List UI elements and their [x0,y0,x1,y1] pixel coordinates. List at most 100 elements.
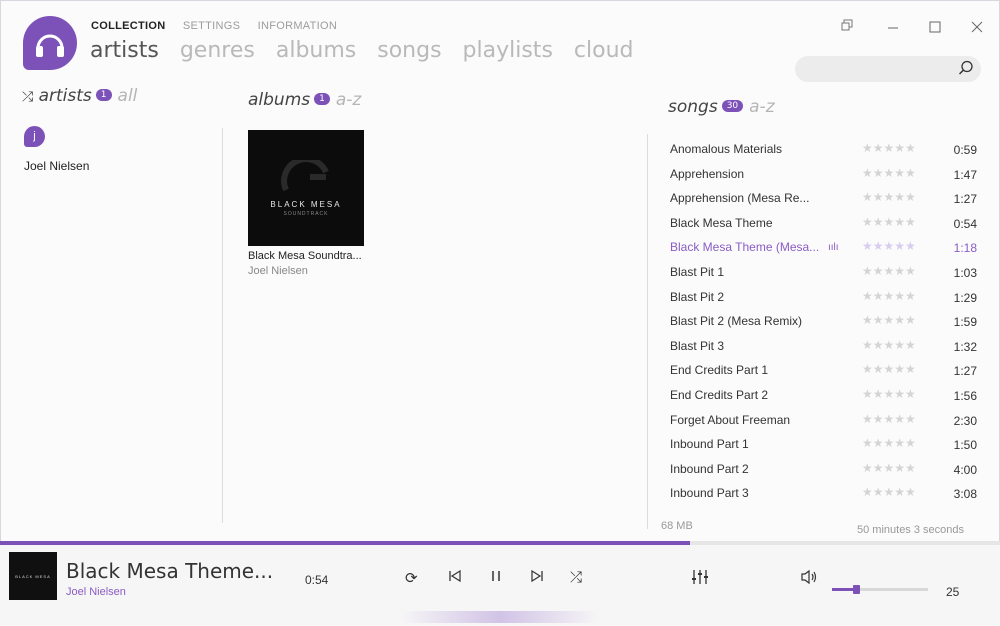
song-row[interactable]: Black Mesa Theme ★★★★★ 0:54 [666,212,981,237]
song-row[interactable]: Blast Pit 2 ★★★★★ 1:29 [666,286,981,311]
rating-stars[interactable]: ★★★★★ [862,362,916,376]
albums-header-label[interactable]: albums [248,90,310,110]
artist-item[interactable]: Joel Nielsen [24,159,89,173]
song-row[interactable]: Black Mesa Theme (Mesa... ıılı ★★★★★ 1:18 [666,236,981,261]
song-row[interactable]: Blast Pit 1 ★★★★★ 1:03 [666,261,981,286]
rating-stars[interactable]: ★★★★★ [862,387,916,401]
tab-genres[interactable]: genres [180,38,255,63]
search-input[interactable] [795,56,959,84]
rating-stars[interactable]: ★★★★★ [862,436,916,450]
restore-icon[interactable] [841,18,853,34]
song-row[interactable]: Inbound Part 2 ★★★★★ 4:00 [666,458,981,483]
rating-stars[interactable]: ★★★★★ [862,289,916,303]
song-row[interactable]: End Credits Part 2 ★★★★★ 1:56 [666,384,981,409]
nav-settings[interactable]: SETTINGS [183,20,240,32]
song-title: Black Mesa Theme (Mesa... [670,240,820,255]
song-duration: 4:00 [953,462,977,477]
song-title: Anomalous Materials [670,142,783,156]
tab-cloud[interactable]: cloud [574,38,634,63]
volume-knob[interactable] [853,585,860,594]
collection-duration: 50 minutes 3 seconds [857,524,965,536]
volume-slider[interactable] [832,585,928,594]
rating-stars[interactable]: ★★★★★ [862,338,916,352]
song-title: Forget About Freeman [670,412,791,427]
tab-artists[interactable]: artists [90,38,159,63]
close-icon[interactable] [971,20,983,36]
rating-stars[interactable]: ★★★★★ [862,166,916,180]
volume-value: 25 [946,585,960,599]
rating-stars[interactable]: ★★★★★ [862,485,916,499]
app-logo[interactable] [23,16,77,70]
divider [222,128,223,523]
divider [647,134,648,529]
rating-stars[interactable]: ★★★★★ [862,412,916,426]
equalizer-icon[interactable] [691,569,709,589]
album-title[interactable]: Black Mesa Soundtra... [248,250,362,262]
song-row[interactable]: Apprehension ★★★★★ 1:47 [666,163,981,188]
now-playing-artist[interactable]: Joel Nielsen [66,586,126,598]
song-row[interactable]: Anomalous Materials ★★★★★ 0:59 [666,138,981,163]
tab-playlists[interactable]: playlists [463,38,553,63]
song-row[interactable]: Blast Pit 2 (Mesa Remix) ★★★★★ 1:59 [666,310,981,335]
now-playing-icon: ıılı [828,242,839,254]
album-cover[interactable]: BLACK MESA SOUNDTRACK [248,130,364,246]
previous-icon[interactable] [448,569,462,587]
songs-header: songs 30 a-z [668,97,775,117]
artists-count-badge: 1 [95,89,112,101]
album-cover-subtitle: SOUNDTRACK [283,210,329,217]
volume-icon[interactable] [800,569,818,589]
album-cover-title: BLACK MESA [270,199,342,209]
shuffle-icon[interactable]: ⤮ [570,569,582,586]
search-box [795,56,981,84]
rating-stars[interactable]: ★★★★★ [862,239,916,253]
song-row[interactable]: Apprehension (Mesa Re... ★★★★★ 1:27 [666,187,981,212]
song-row[interactable]: Inbound Part 3 ★★★★★ 3:08 [666,482,981,507]
albums-count-badge: 1 [314,93,330,105]
player-bar: BLACK MESA Black Mesa Theme... Joel Niel… [0,545,1000,626]
song-duration: 1:27 [953,364,977,379]
artists-header-label[interactable]: artists [39,86,92,106]
albums-header: albums 1 a-z [248,90,361,110]
top-nav: COLLECTION SETTINGS INFORMATION [91,20,351,32]
collection-size: 68 MB [661,520,693,532]
now-playing-title[interactable]: Black Mesa Theme... [66,559,273,583]
rating-stars[interactable]: ★★★★★ [862,190,916,204]
albums-sort[interactable]: a-z [336,90,361,110]
black-mesa-logo-icon [281,159,329,191]
next-icon[interactable] [530,569,544,587]
song-duration: 1:03 [953,265,977,280]
shuffle-icon[interactable]: ⤮ [22,89,33,105]
rating-stars[interactable]: ★★★★★ [862,313,916,327]
song-row[interactable]: Forget About Freeman ★★★★★ 2:30 [666,409,981,434]
song-duration: 1:47 [953,167,977,182]
rating-stars[interactable]: ★★★★★ [862,141,916,155]
song-title: Inbound Part 3 [670,486,749,501]
nav-information[interactable]: INFORMATION [258,20,337,32]
pause-icon[interactable] [489,569,503,587]
song-title: End Credits Part 1 [670,363,769,378]
song-duration: 1:18 [953,241,977,256]
maximize-icon[interactable] [929,20,941,36]
song-row[interactable]: Blast Pit 3 ★★★★★ 1:32 [666,335,981,360]
song-title: Black Mesa Theme [670,215,773,230]
songs-header-label[interactable]: songs [668,97,718,117]
song-title: Inbound Part 2 [670,461,749,476]
tab-songs[interactable]: songs [377,38,441,63]
song-row[interactable]: Inbound Part 1 ★★★★★ 1:50 [666,433,981,458]
song-duration: 1:29 [953,290,977,305]
song-duration: 1:59 [953,315,977,330]
song-title: Blast Pit 3 [670,338,725,353]
minimize-icon[interactable] [887,20,899,36]
rating-stars[interactable]: ★★★★★ [862,264,916,278]
tab-albums[interactable]: albums [276,38,356,63]
rating-stars[interactable]: ★★★★★ [862,215,916,229]
artist-letter-header[interactable]: j [24,126,45,147]
search-icon[interactable] [958,60,974,81]
now-playing-cover[interactable]: BLACK MESA [9,552,57,600]
rating-stars[interactable]: ★★★★★ [862,461,916,475]
repeat-icon[interactable]: ⟳ [405,569,418,587]
song-row[interactable]: End Credits Part 1 ★★★★★ 1:27 [666,359,981,384]
artists-sort[interactable]: all [118,86,138,106]
songs-sort[interactable]: a-z [749,97,774,117]
nav-collection[interactable]: COLLECTION [91,20,166,32]
